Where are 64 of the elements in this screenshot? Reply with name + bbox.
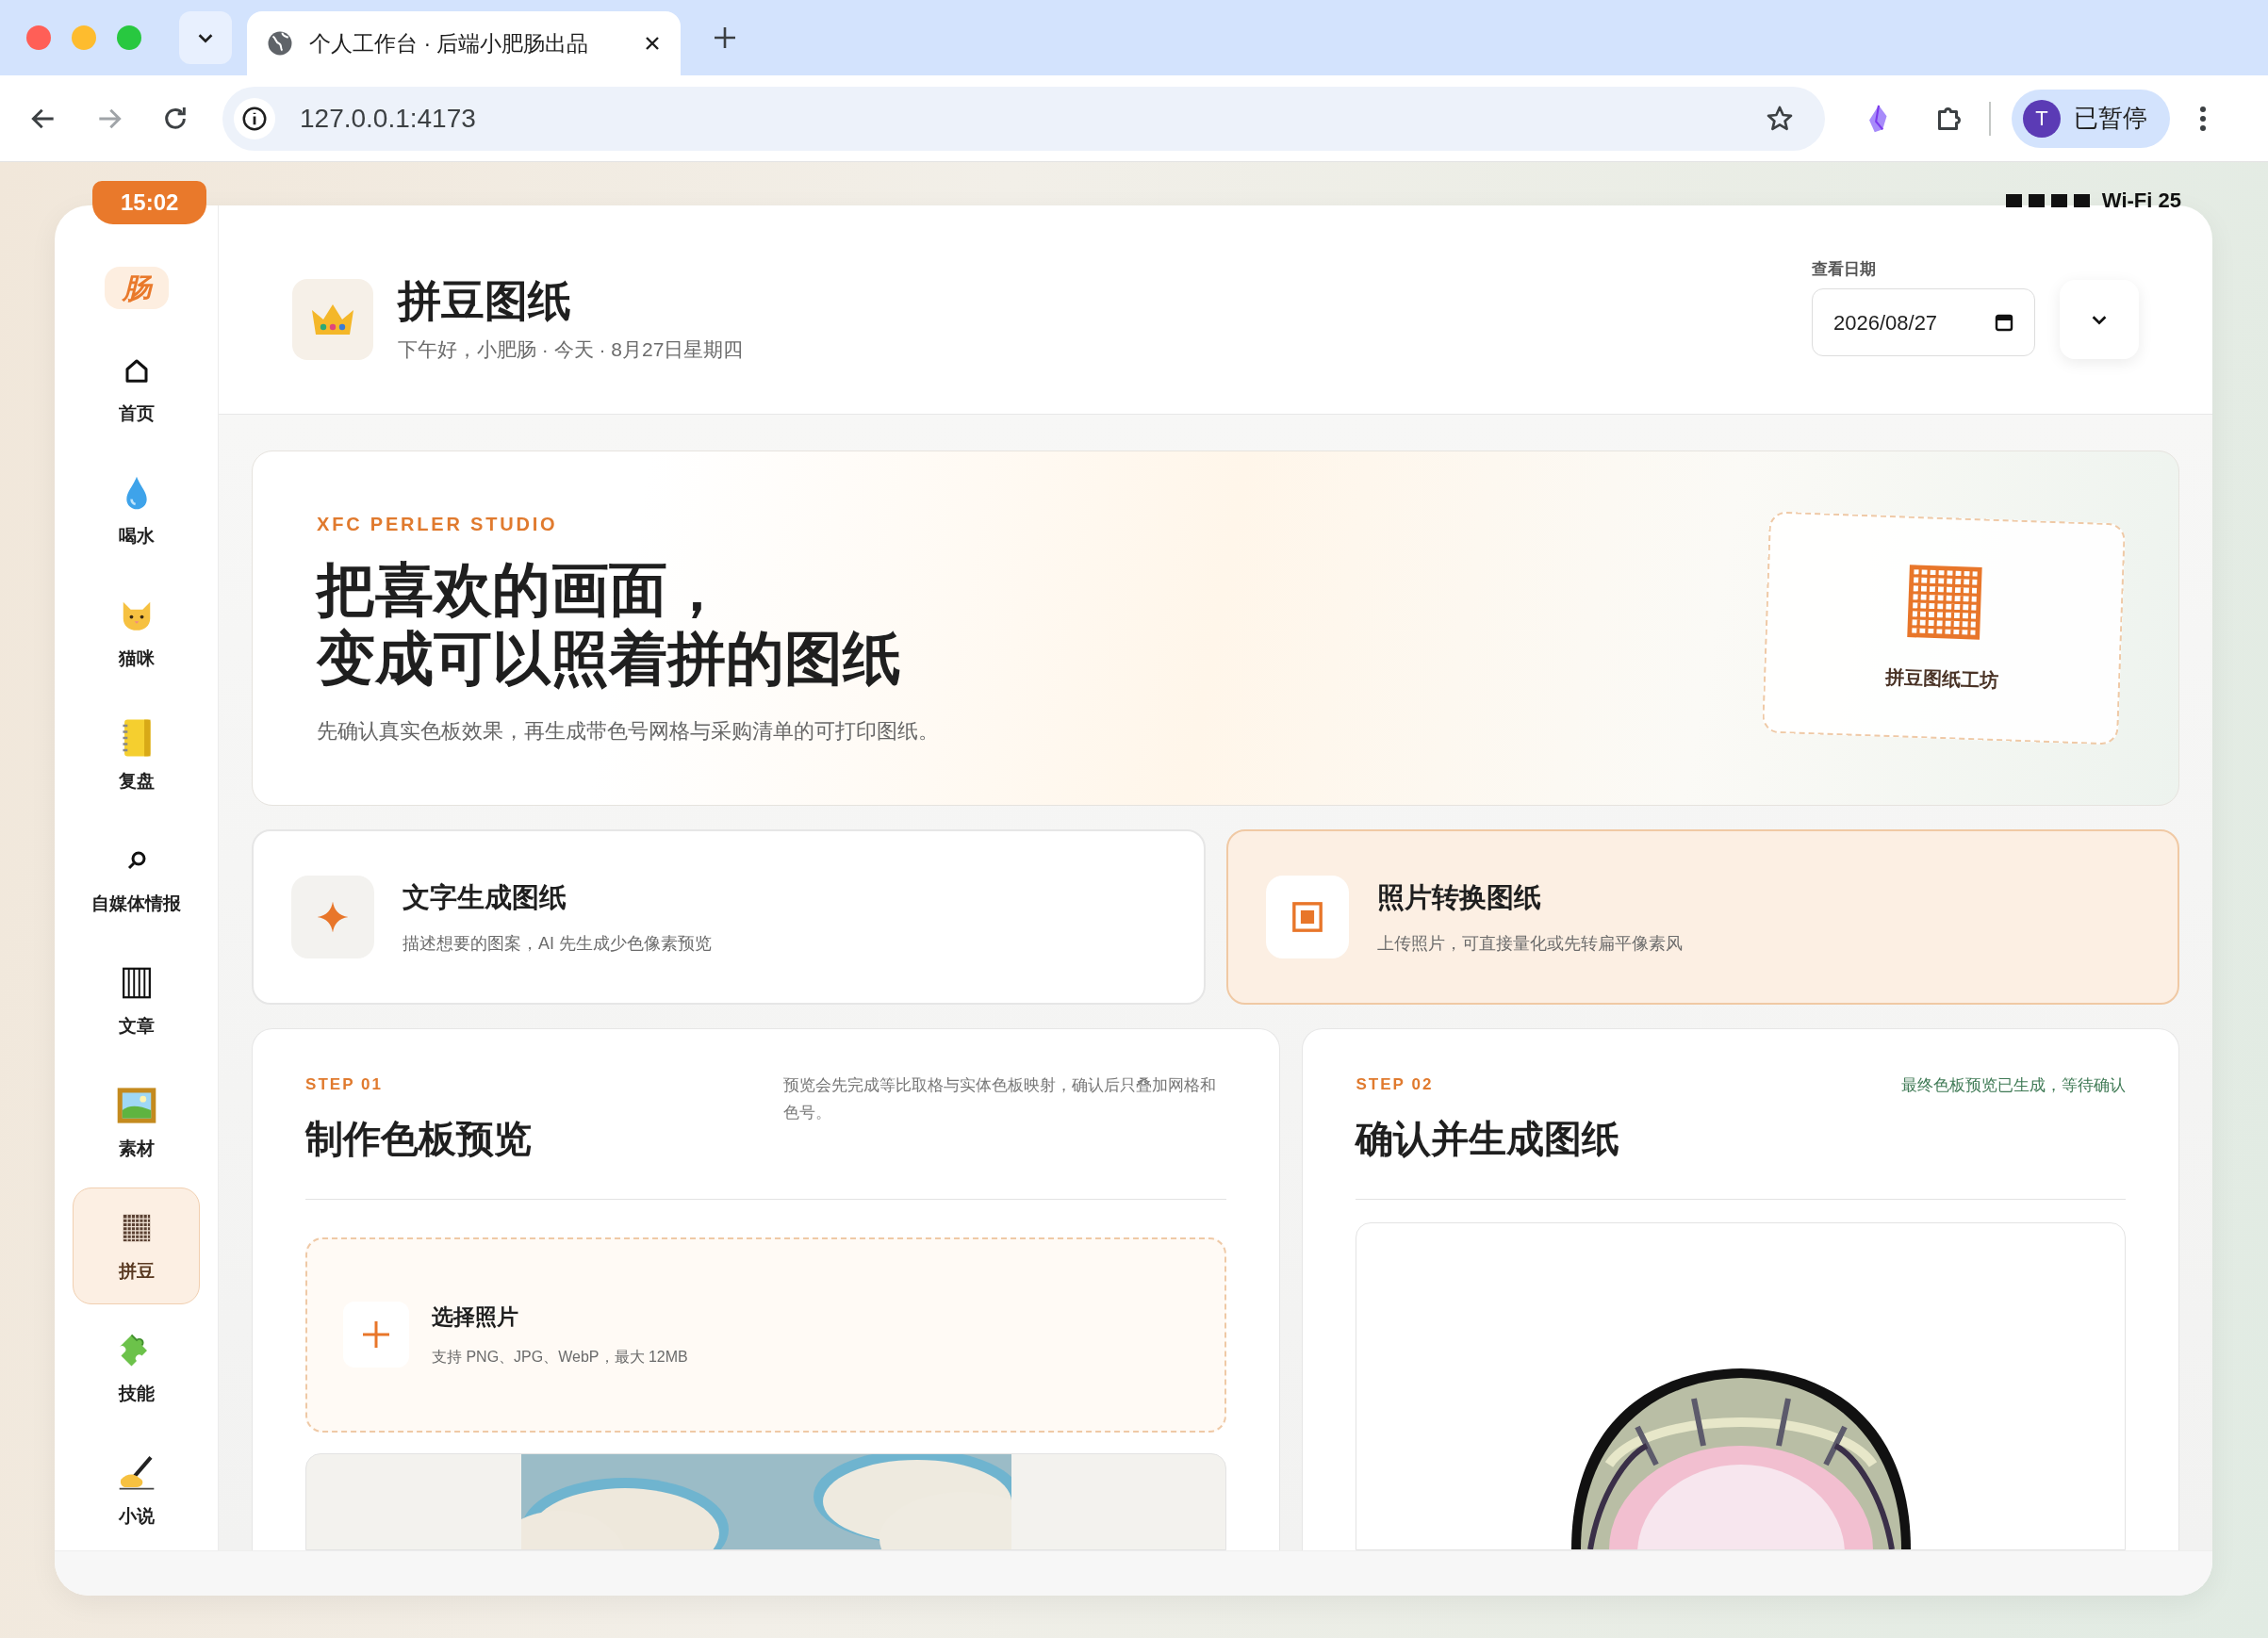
step-label: STEP 02 xyxy=(1356,1074,1435,1095)
nav-item[interactable]: 自媒体情报 xyxy=(73,820,200,937)
nav-item[interactable]: 小说 xyxy=(73,1433,200,1549)
nav-label: 首页 xyxy=(118,401,155,425)
nav-item[interactable]: 猫咪 xyxy=(73,575,200,692)
mode-description: 上传照片，可直接量化或先转扁平像素风 xyxy=(1376,933,1683,956)
address-bar[interactable]: 127.0.0.1:4173 xyxy=(222,86,1825,151)
framed-landscape-icon xyxy=(115,1085,157,1125)
hero-title-line: 把喜欢的画面， xyxy=(317,555,727,624)
nav-label: 素材 xyxy=(118,1137,155,1160)
menu-icon[interactable] xyxy=(2198,104,2208,133)
mode-card[interactable]: 照片转换图纸 上传照片，可直接量化或先转扁平像素风 xyxy=(1225,829,2179,1005)
calendar-icon[interactable] xyxy=(1995,313,2013,333)
upload-title: 选择照片 xyxy=(432,1302,519,1331)
mode-title: 照片转换图纸 xyxy=(1376,880,1542,914)
nav-label: 拼豆 xyxy=(118,1259,155,1283)
mode-card[interactable]: 文字生成图纸 描述想要的图案，AI 先生成少色像素预览 xyxy=(252,829,1206,1005)
eyebrow-text: XFC PERLER STUDIO xyxy=(317,512,559,536)
tab-title: 个人工作台 · 后端小肥肠出品 xyxy=(309,29,590,57)
hero-title-line: 变成可以照着拼的图纸 xyxy=(317,625,902,693)
mode-title: 文字生成图纸 xyxy=(403,880,567,914)
workshop-badge: 拼豆图纸工坊 xyxy=(1762,511,2126,745)
vertical-bars-icon xyxy=(120,965,153,1000)
nav-item[interactable]: 拼豆 xyxy=(73,1188,200,1304)
nav-label: 复盘 xyxy=(118,769,155,793)
step-title: 确认并生成图纸 xyxy=(1356,1116,1620,1161)
sparkle-icon xyxy=(316,900,350,934)
nav-label: 文章 xyxy=(118,1014,155,1038)
hero-description: 先确认真实色板效果，再生成带色号网格与采购清单的可打印图纸。 xyxy=(317,718,940,745)
upload-zone[interactable]: 选择照片 支持 PNG、JPG、WebP，最大 12MB xyxy=(305,1237,1227,1433)
nav-item[interactable]: 喝水 xyxy=(73,452,200,569)
nav-label: 小说 xyxy=(118,1504,155,1528)
new-tab-icon[interactable] xyxy=(713,25,737,50)
nav-label: 喝水 xyxy=(118,524,155,548)
signal-icon xyxy=(2005,192,2093,208)
page-title: 拼豆图纸 xyxy=(398,275,572,327)
nav-item[interactable]: 文章 xyxy=(73,942,200,1059)
nav-label: 技能 xyxy=(118,1382,155,1405)
framed-square-icon xyxy=(1290,901,1323,933)
browser-tab[interactable]: 个人工作台 · 后端小肥肠出品 xyxy=(247,11,681,75)
url-text: 127.0.0.1:4173 xyxy=(300,102,477,135)
step-note: 最终色板预览已生成，等待确认 xyxy=(1900,1075,2126,1096)
mode-description: 描述想要的图案，AI 先生成少色像素预览 xyxy=(403,933,712,956)
nav-label: 自媒体情报 xyxy=(91,892,181,915)
profile-avatar: T xyxy=(2023,99,2061,138)
nav-label: 猫咪 xyxy=(118,647,155,670)
profile-button[interactable]: T 已暂停 xyxy=(2012,89,2170,148)
step-title: 制作色板预览 xyxy=(305,1116,532,1161)
date-label: 查看日期 xyxy=(1812,258,1877,280)
upload-hint: 支持 PNG、JPG、WebP，最大 12MB xyxy=(432,1348,688,1368)
nav-item[interactable]: 首页 xyxy=(73,330,200,447)
time-badge: 15:02 xyxy=(92,181,207,224)
profile-status: 已暂停 xyxy=(2074,103,2147,134)
step-note: 预览会先完成等比取格与实体色板映射，确认后只叠加网格和色号。 xyxy=(783,1075,1218,1123)
wifi-status: Wi-Fi 25 xyxy=(2101,188,2181,214)
nav-item[interactable]: 素材 xyxy=(73,1065,200,1182)
globe-icon xyxy=(266,29,294,57)
date-field[interactable]: 2026/08/27 xyxy=(1812,288,2035,357)
grid-icon xyxy=(1905,563,1984,641)
plus-icon xyxy=(361,1319,391,1350)
greeting-text: 下午好，小肥肠 · 今天 · 8月27日星期四 xyxy=(398,336,745,362)
step-label: STEP 01 xyxy=(305,1074,384,1095)
nav-item[interactable]: 复盘 xyxy=(73,697,200,814)
nav-item[interactable]: 技能 xyxy=(73,1310,200,1427)
